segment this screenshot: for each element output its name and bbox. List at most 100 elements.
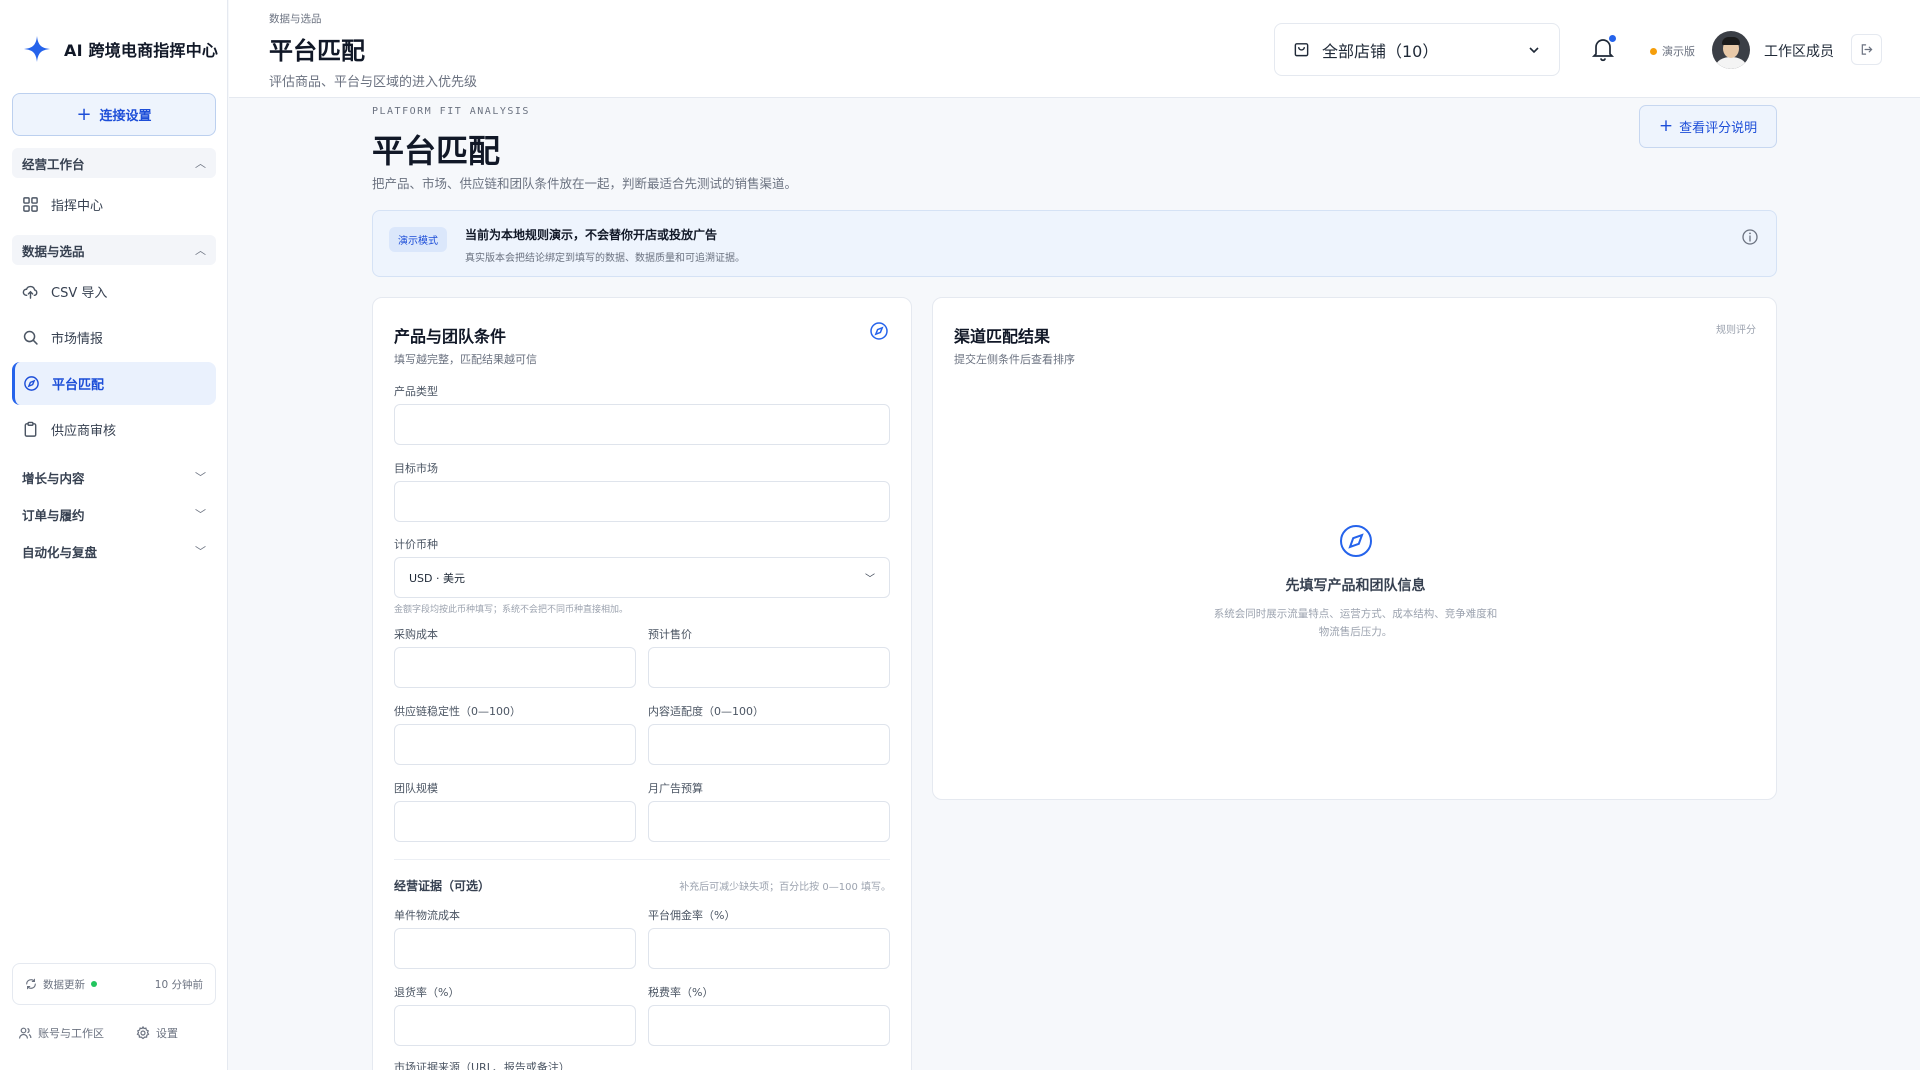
nav-group-growth[interactable]: 增长与内容 ﹀ — [12, 462, 216, 492]
notice-title: 当前为本地规则演示，不会替你开店或投放广告 — [465, 228, 718, 242]
demo-label: 演示版 — [1662, 45, 1695, 58]
compass-icon — [1339, 525, 1372, 557]
notification-bell[interactable] — [1591, 35, 1616, 62]
supply-stability-label: 供应链稳定性（0—100） — [394, 705, 521, 718]
target-market-input[interactable] — [394, 481, 890, 522]
grid-icon — [23, 197, 38, 212]
plus-icon: + — [76, 103, 92, 125]
compass-icon — [24, 376, 39, 391]
sidebar-footer: 账号与工作区 设置 — [18, 1025, 178, 1041]
currency-label: 计价币种 — [394, 538, 438, 551]
form-subtitle: 填写越完整，匹配结果越可信 — [394, 353, 537, 366]
sidebar-item-platform-match[interactable]: 平台匹配 — [12, 362, 216, 405]
evidence-section-hint: 补充后可减少缺失项；百分比按 0—100 填写。 — [679, 882, 891, 893]
demo-notice: 演示模式 当前为本地规则演示，不会替你开店或投放广告 真实版本会把结论绑定到填写… — [372, 210, 1777, 277]
monthly-ad-budget-input[interactable] — [648, 801, 890, 842]
status-dot — [91, 981, 97, 987]
chevron-down-icon: ﹀ — [195, 508, 206, 521]
supply-stability-input[interactable] — [394, 724, 636, 765]
sidebar-item-csv-import[interactable]: CSV 导入 — [12, 270, 216, 313]
header-subtitle: 评估商品、平台与区域的进入优先级 — [269, 75, 478, 90]
nav-group-label: 数据与选品 — [22, 243, 85, 259]
logout-button[interactable] — [1851, 34, 1882, 65]
avatar[interactable] — [1712, 31, 1750, 69]
chevron-down-icon: ﹀ — [195, 471, 206, 484]
store-select[interactable]: 全部店铺（10） — [1274, 23, 1560, 76]
team-size-input[interactable] — [394, 801, 636, 842]
avatar-body — [1716, 57, 1746, 69]
evidence-section-title: 经营证据（可选） — [394, 879, 491, 893]
results-subtitle: 提交左侧条件后查看排序 — [954, 353, 1075, 366]
product-type-input[interactable] — [394, 404, 890, 445]
expected-price-input[interactable] — [648, 647, 890, 688]
chevron-down-icon: ﹀ — [865, 574, 875, 585]
logout-icon — [1861, 44, 1873, 55]
sidebar-item-label: 平台匹配 — [52, 378, 105, 393]
search-icon — [23, 330, 38, 345]
chevron-up-icon: ︿ — [195, 244, 206, 257]
target-market-label: 目标市场 — [394, 462, 438, 475]
purchase-cost-input[interactable] — [394, 647, 636, 688]
chevron-down-icon — [1529, 46, 1539, 53]
tax-rate-input[interactable] — [648, 1005, 890, 1046]
rule-score-tag: 规则评分 — [1716, 325, 1756, 336]
member-name[interactable]: 工作区成员 — [1764, 41, 1834, 61]
sync-time: 10 分钟前 — [154, 978, 203, 991]
sidebar: AI 跨境电商指挥中心 + 连接设置 经营工作台 ︿ 指挥中心 数据与选品 ︿ … — [0, 0, 228, 1070]
unit-logistics-input[interactable] — [394, 928, 636, 969]
connect-settings-button[interactable]: + 连接设置 — [12, 93, 216, 136]
currency-select[interactable]: USD · 美元 ﹀ — [394, 557, 890, 598]
nav-group-label: 订单与履约 — [22, 507, 85, 523]
brand-name: AI 跨境电商指挥中心 — [64, 41, 219, 60]
nav-group-automation[interactable]: 自动化与复盘 ﹀ — [12, 536, 216, 566]
demo-dot — [1650, 47, 1657, 55]
clipboard-icon — [24, 421, 37, 437]
empty-state-detail: 系统会同时展示流量特点、运营方式、成本结构、竞争难度和物流售后压力。 — [1213, 608, 1498, 638]
upload-cloud-icon — [22, 285, 38, 299]
nav-group-data[interactable]: 数据与选品 ︿ — [12, 235, 216, 265]
nav-group-orders[interactable]: 订单与履约 ﹀ — [12, 499, 216, 529]
tax-rate-label: 税费率（%） — [648, 986, 714, 999]
notification-badge — [1609, 35, 1616, 42]
gear-icon — [136, 1026, 150, 1040]
compass-icon — [870, 322, 888, 340]
sidebar-item-supplier-review[interactable]: 供应商审核 — [12, 408, 216, 451]
page-kicker: PLATFORM FIT ANALYSIS — [372, 106, 530, 117]
users-icon — [18, 1027, 32, 1039]
sidebar-item-market-intel[interactable]: 市场情报 — [12, 316, 216, 359]
page-title: 平台匹配 — [372, 132, 501, 170]
form-title: 产品与团队条件 — [394, 327, 507, 346]
sidebar-item-label: 供应商审核 — [51, 424, 117, 439]
results-empty-state: 先填写产品和团队信息 系统会同时展示流量特点、运营方式、成本结构、竞争难度和物流… — [933, 523, 1778, 641]
refresh-icon — [26, 978, 36, 990]
content-fit-input[interactable] — [648, 724, 890, 765]
nav-group-label: 自动化与复盘 — [22, 544, 98, 560]
platform-commission-input[interactable] — [648, 928, 890, 969]
account-workspace-link[interactable]: 账号与工作区 — [18, 1025, 104, 1041]
settings-label: 设置 — [156, 1027, 178, 1040]
content-fit-label: 内容适配度（0—100） — [648, 705, 764, 718]
breadcrumb[interactable]: 数据与选品 — [269, 11, 322, 26]
nav-group-operations[interactable]: 经营工作台 ︿ — [12, 148, 216, 178]
brand[interactable]: AI 跨境电商指挥中心 — [22, 34, 218, 64]
view-scoring-label: 查看评分说明 — [1679, 121, 1758, 136]
plus-icon: + — [1658, 116, 1674, 136]
sync-label: 数据更新 — [43, 978, 85, 991]
evidence-source-label: 市场证据来源（URL、报告或备注） — [394, 1061, 570, 1070]
expected-price-label: 预计售价 — [648, 628, 692, 641]
return-rate-input[interactable] — [394, 1005, 636, 1046]
settings-link[interactable]: 设置 — [136, 1025, 178, 1041]
unit-logistics-label: 单件物流成本 — [394, 909, 460, 922]
product-type-label: 产品类型 — [394, 385, 438, 398]
data-sync-status[interactable]: 数据更新 10 分钟前 — [12, 963, 216, 1005]
notice-detail: 真实版本会把结论绑定到填写的数据、数据质量和可追溯证据。 — [465, 253, 745, 264]
sidebar-item-label: CSV 导入 — [51, 286, 108, 301]
results-title: 渠道匹配结果 — [954, 327, 1051, 346]
platform-commission-label: 平台佣金率（%） — [648, 909, 736, 922]
sidebar-item-command-center[interactable]: 指挥中心 — [12, 183, 216, 226]
header-title: 平台匹配 — [269, 37, 365, 65]
demo-badge: 演示版 — [1650, 43, 1695, 59]
info-icon[interactable] — [1741, 228, 1759, 246]
view-scoring-button[interactable]: + 查看评分说明 — [1639, 105, 1777, 148]
sparkle-icon — [24, 36, 50, 62]
